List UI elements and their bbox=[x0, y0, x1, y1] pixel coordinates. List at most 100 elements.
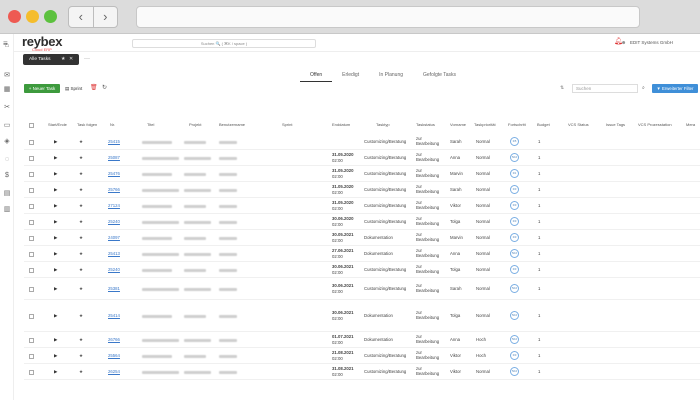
star-icon[interactable]: ★ bbox=[79, 313, 83, 319]
company-name[interactable]: EDIT Systems GmbH bbox=[630, 40, 673, 45]
task-number-link[interactable]: 25414 bbox=[108, 313, 120, 318]
sidebar-item-mail[interactable]: ✉ bbox=[1, 72, 13, 80]
task-number-link[interactable]: 26766 bbox=[108, 337, 120, 342]
row-checkbox[interactable] bbox=[29, 338, 34, 343]
sidebar-item-finance[interactable]: $ bbox=[1, 172, 13, 180]
col-header[interactable]: Tasktyp bbox=[376, 120, 390, 130]
col-header[interactable]: Issue Tags bbox=[606, 120, 625, 130]
sidebar-item-cart[interactable]: ◌ bbox=[1, 156, 13, 164]
task-number-link[interactable]: 25087 bbox=[108, 155, 120, 160]
hamburger-icon[interactable]: ≡ bbox=[3, 39, 8, 48]
task-number-link[interactable]: 25415 bbox=[108, 139, 120, 144]
col-header[interactable]: Benutzername bbox=[219, 120, 245, 130]
sprint-button[interactable]: ▤ Sprint bbox=[65, 84, 82, 93]
back-icon[interactable]: ‹ bbox=[69, 7, 94, 27]
star-icon[interactable]: ★ bbox=[79, 267, 83, 273]
new-task-button[interactable]: + Neuer Task bbox=[24, 84, 60, 93]
col-header[interactable]: Vorname bbox=[450, 120, 466, 130]
col-header[interactable]: VCS Prozesstation bbox=[638, 120, 672, 130]
col-header[interactable]: Taskpriorität bbox=[474, 120, 496, 130]
star-icon[interactable]: ★ bbox=[79, 353, 83, 359]
task-number-link[interactable]: 25381 bbox=[108, 286, 120, 291]
sidebar-item-reports[interactable]: ▥ bbox=[1, 206, 13, 214]
sidebar-item-documents[interactable]: ▤ bbox=[1, 190, 13, 198]
star-icon[interactable]: ★ bbox=[79, 155, 83, 161]
col-header[interactable]: VCS Status bbox=[568, 120, 589, 130]
table-row[interactable]: ▶ ★ 25766 31.05.2020 02:00 Customizing/Beratu… bbox=[24, 182, 700, 198]
row-checkbox[interactable] bbox=[29, 314, 34, 319]
star-icon[interactable]: ★ bbox=[79, 286, 83, 292]
star-icon[interactable]: ★ bbox=[79, 235, 83, 241]
play-icon[interactable]: ▶ bbox=[54, 187, 57, 193]
more-tabs-button[interactable]: ··· bbox=[82, 54, 92, 65]
star-icon[interactable]: ★ bbox=[79, 337, 83, 343]
table-row[interactable]: ▶ ★ 25476 31.05.2020 02:00 Customizing/Beratu… bbox=[24, 166, 700, 182]
table-row[interactable]: ▶ ★ 24097 30.05.2021 02:00 Dokumentation zur Be… bbox=[24, 230, 700, 246]
play-icon[interactable]: ▶ bbox=[54, 251, 57, 257]
row-checkbox[interactable] bbox=[29, 220, 34, 225]
close-icon[interactable]: ✕ bbox=[69, 54, 73, 65]
select-all-checkbox[interactable] bbox=[29, 120, 34, 130]
star-icon[interactable]: ★ bbox=[79, 203, 83, 209]
address-bar[interactable] bbox=[136, 6, 640, 28]
table-row[interactable]: ▶ ★ 25240 30.06.2020 02:00 Customizing/Beratu… bbox=[24, 214, 700, 230]
table-row[interactable]: ▶ ★ 27124 31.05.2020 02:00 Customizing/Beratu… bbox=[24, 198, 700, 214]
tab-offen[interactable]: Offen bbox=[300, 70, 333, 82]
play-icon[interactable]: ▶ bbox=[54, 353, 57, 359]
col-header[interactable]: Taskstatus bbox=[416, 120, 435, 130]
table-row[interactable]: ▶ ★ 25564 21.08.2021 02:00 Customizing/Beratu… bbox=[24, 348, 700, 364]
refresh-icon[interactable]: ↻ bbox=[102, 84, 107, 93]
task-number-link[interactable]: 24097 bbox=[108, 235, 120, 240]
user-icon[interactable]: ☻ bbox=[621, 40, 626, 46]
table-row[interactable]: ▶ ★ 25413 27.06.2021 02:00 Dokumentation zur Be… bbox=[24, 246, 700, 262]
tab-in-planung[interactable]: In Planung bbox=[369, 70, 413, 82]
sidebar-item-box[interactable]: ◈ bbox=[1, 138, 13, 146]
play-icon[interactable]: ▶ bbox=[54, 286, 57, 292]
star-icon[interactable]: ★ bbox=[79, 171, 83, 177]
row-checkbox[interactable] bbox=[29, 140, 34, 145]
play-icon[interactable]: ▶ bbox=[54, 139, 57, 145]
table-row[interactable]: ▶ ★ 25415 Customizing/Beratung zur Bearbeitun… bbox=[24, 134, 700, 150]
maximize-window-button[interactable] bbox=[44, 10, 57, 23]
minimize-window-button[interactable] bbox=[26, 10, 39, 23]
col-header[interactable]: Nr. bbox=[110, 120, 115, 130]
star-icon[interactable]: ★ bbox=[79, 219, 83, 225]
col-header[interactable]: Budget bbox=[537, 120, 550, 130]
forward-icon[interactable]: › bbox=[94, 7, 118, 27]
star-icon[interactable]: ★ bbox=[79, 369, 83, 375]
row-checkbox[interactable] bbox=[29, 252, 34, 257]
row-checkbox[interactable] bbox=[29, 156, 34, 161]
global-search-input[interactable]: Suchen 🔍 ( ⌘K / space ) bbox=[132, 39, 316, 48]
col-header[interactable]: Task folgen bbox=[77, 120, 97, 130]
task-number-link[interactable]: 25564 bbox=[108, 353, 120, 358]
star-icon[interactable]: ★ bbox=[61, 54, 65, 65]
row-checkbox[interactable] bbox=[29, 370, 34, 375]
task-number-link[interactable]: 26254 bbox=[108, 369, 120, 374]
star-icon[interactable]: ★ bbox=[79, 251, 83, 257]
tab-alle-tasks[interactable]: Alle Tasks ★ ✕ bbox=[23, 54, 79, 65]
row-checkbox[interactable] bbox=[29, 236, 34, 241]
play-icon[interactable]: ▶ bbox=[54, 155, 57, 161]
table-row[interactable]: ▶ ★ 25240 30.06.2021 02:00 Customizing/Beratu… bbox=[24, 262, 700, 278]
table-row[interactable]: ▶ ★ 26766 01.07.2021 02:00 Dokumentation zur Be… bbox=[24, 332, 700, 348]
task-number-link[interactable]: 25240 bbox=[108, 267, 120, 272]
play-icon[interactable]: ▶ bbox=[54, 313, 57, 319]
row-checkbox[interactable] bbox=[29, 268, 34, 273]
tab-erledigt[interactable]: Erledigt bbox=[332, 70, 369, 82]
play-icon[interactable]: ▶ bbox=[54, 235, 57, 241]
row-checkbox[interactable] bbox=[29, 204, 34, 209]
search-icon[interactable]: ⌕ bbox=[642, 84, 645, 93]
row-checkbox[interactable] bbox=[29, 188, 34, 193]
close-window-button[interactable] bbox=[8, 10, 21, 23]
sidebar-item-delivery[interactable]: ▭ bbox=[1, 122, 13, 130]
task-number-link[interactable]: 25476 bbox=[108, 171, 120, 176]
star-icon[interactable]: ★ bbox=[79, 187, 83, 193]
star-icon[interactable]: ★ bbox=[79, 139, 83, 145]
tab-gefolgte-tasks[interactable]: Gefolgte Tasks bbox=[413, 70, 466, 82]
row-checkbox[interactable] bbox=[29, 354, 34, 359]
table-row[interactable]: ▶ ★ 26254 31.08.2021 02:00 Customizing/Beratu… bbox=[24, 364, 700, 380]
table-row[interactable]: ▶ ★ 25414 30.06.2021 02:00 Dokumentation zur Be… bbox=[24, 300, 700, 332]
task-number-link[interactable]: 25240 bbox=[108, 219, 120, 224]
task-number-link[interactable]: 25413 bbox=[108, 251, 120, 256]
task-search-input[interactable]: Suchen bbox=[572, 84, 638, 93]
